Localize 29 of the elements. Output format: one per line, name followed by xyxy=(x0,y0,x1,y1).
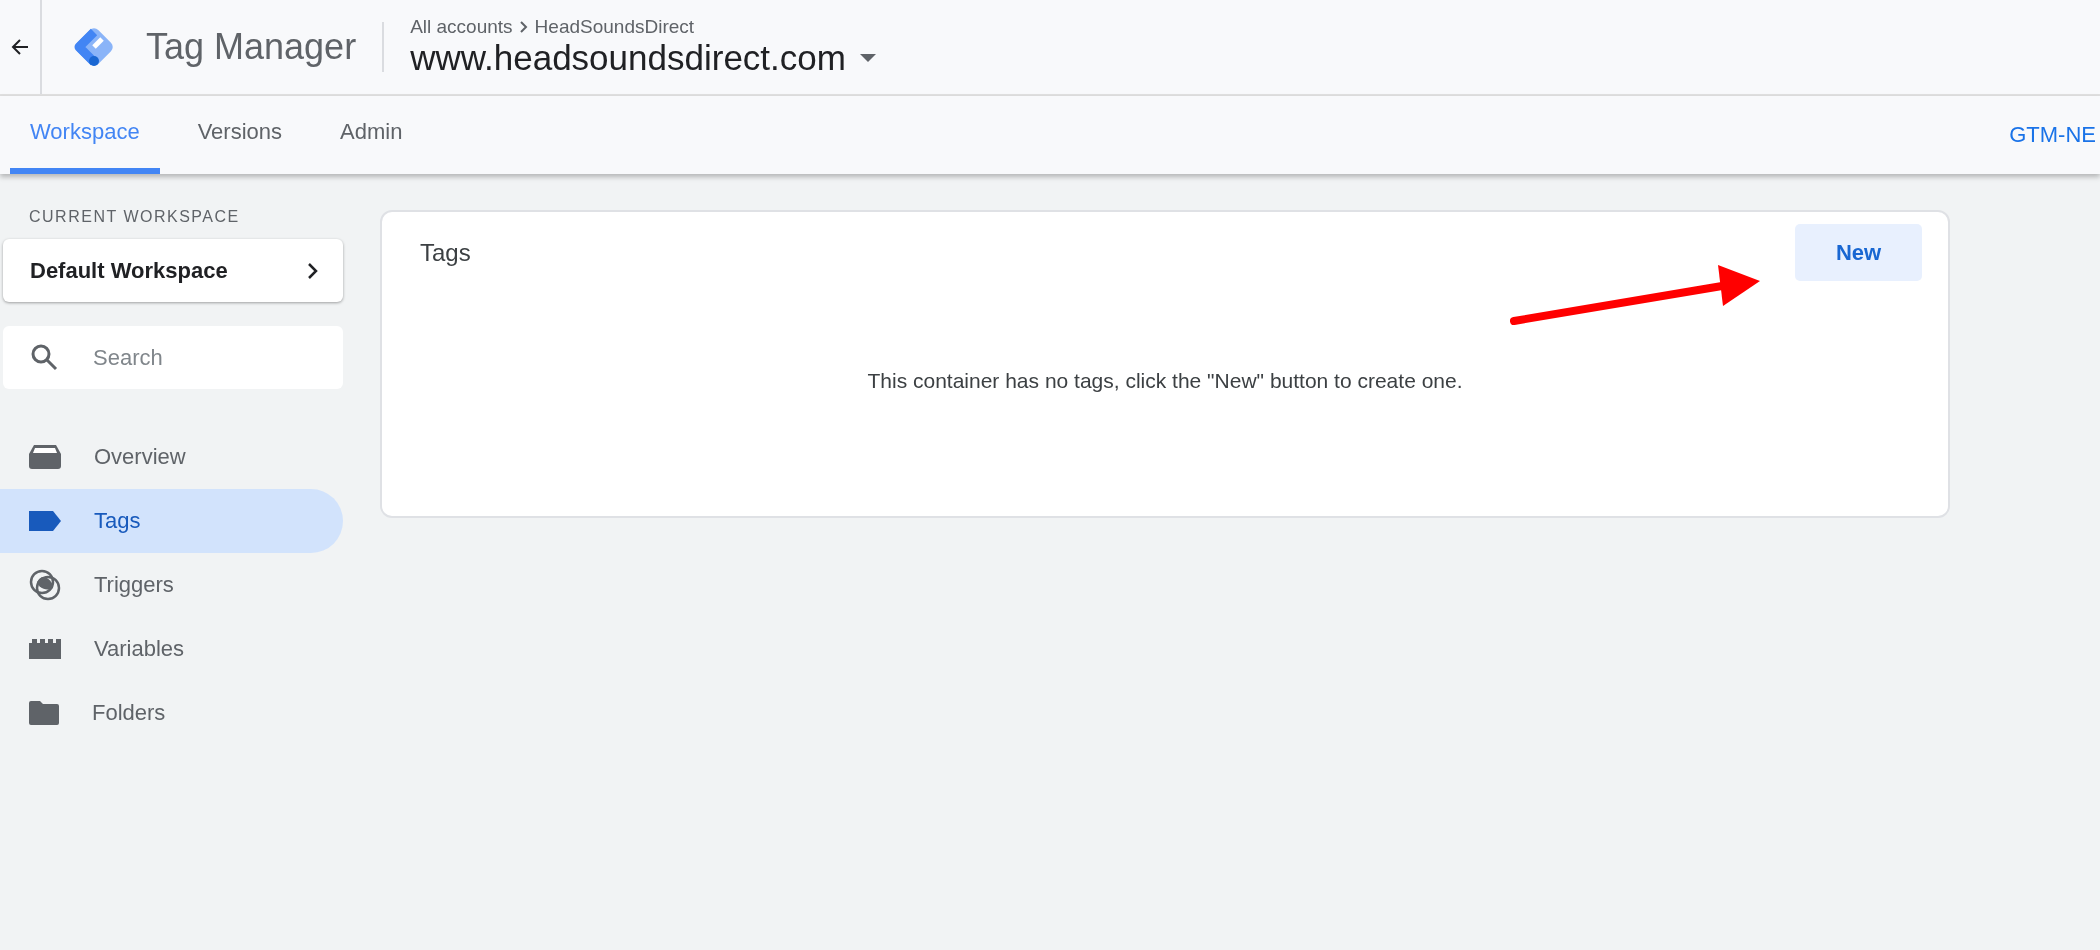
nav-tab[interactable]: Admin xyxy=(320,96,423,174)
product-name: Tag Manager xyxy=(146,22,385,72)
sidebar-item[interactable]: Triggers xyxy=(0,553,343,617)
nav-tab[interactable]: Workspace xyxy=(10,96,160,174)
nav-tab[interactable]: Versions xyxy=(177,96,303,174)
sidebar-item[interactable]: Overview xyxy=(0,425,343,489)
chevron-right-icon xyxy=(307,261,319,280)
breadcrumb-link[interactable]: All accounts xyxy=(410,16,513,38)
search-icon xyxy=(30,343,58,371)
inbox-icon xyxy=(29,445,61,469)
breadcrumb-link[interactable]: HeadSoundsDirect xyxy=(534,16,695,38)
tag-icon xyxy=(29,511,61,531)
sidebar-item[interactable]: Folders xyxy=(0,681,343,745)
brick-icon xyxy=(29,639,61,659)
container-selector[interactable]: www.headsoundsdirect.com xyxy=(410,38,876,78)
sidebar-item[interactable]: Variables xyxy=(0,617,343,681)
chevron-right-icon xyxy=(518,20,529,34)
sidebar-item[interactable]: Tags xyxy=(0,489,343,553)
search-field[interactable]: Search xyxy=(3,326,343,389)
section-label: CURRENT WORKSPACE xyxy=(29,208,241,226)
folder-icon xyxy=(29,701,59,725)
workspace-selector[interactable]: Default Workspace xyxy=(3,239,343,302)
dropdown-caret-icon xyxy=(859,54,876,62)
empty-message: This container has no tags, click the "New" button to create one. xyxy=(866,369,1464,393)
new-button[interactable]: New xyxy=(1795,224,1922,281)
card-title: Tags xyxy=(420,239,471,267)
container-id-link[interactable]: GTM-NE xyxy=(2009,122,2096,148)
back-arrow-icon xyxy=(11,38,29,56)
circles-icon xyxy=(29,569,61,601)
